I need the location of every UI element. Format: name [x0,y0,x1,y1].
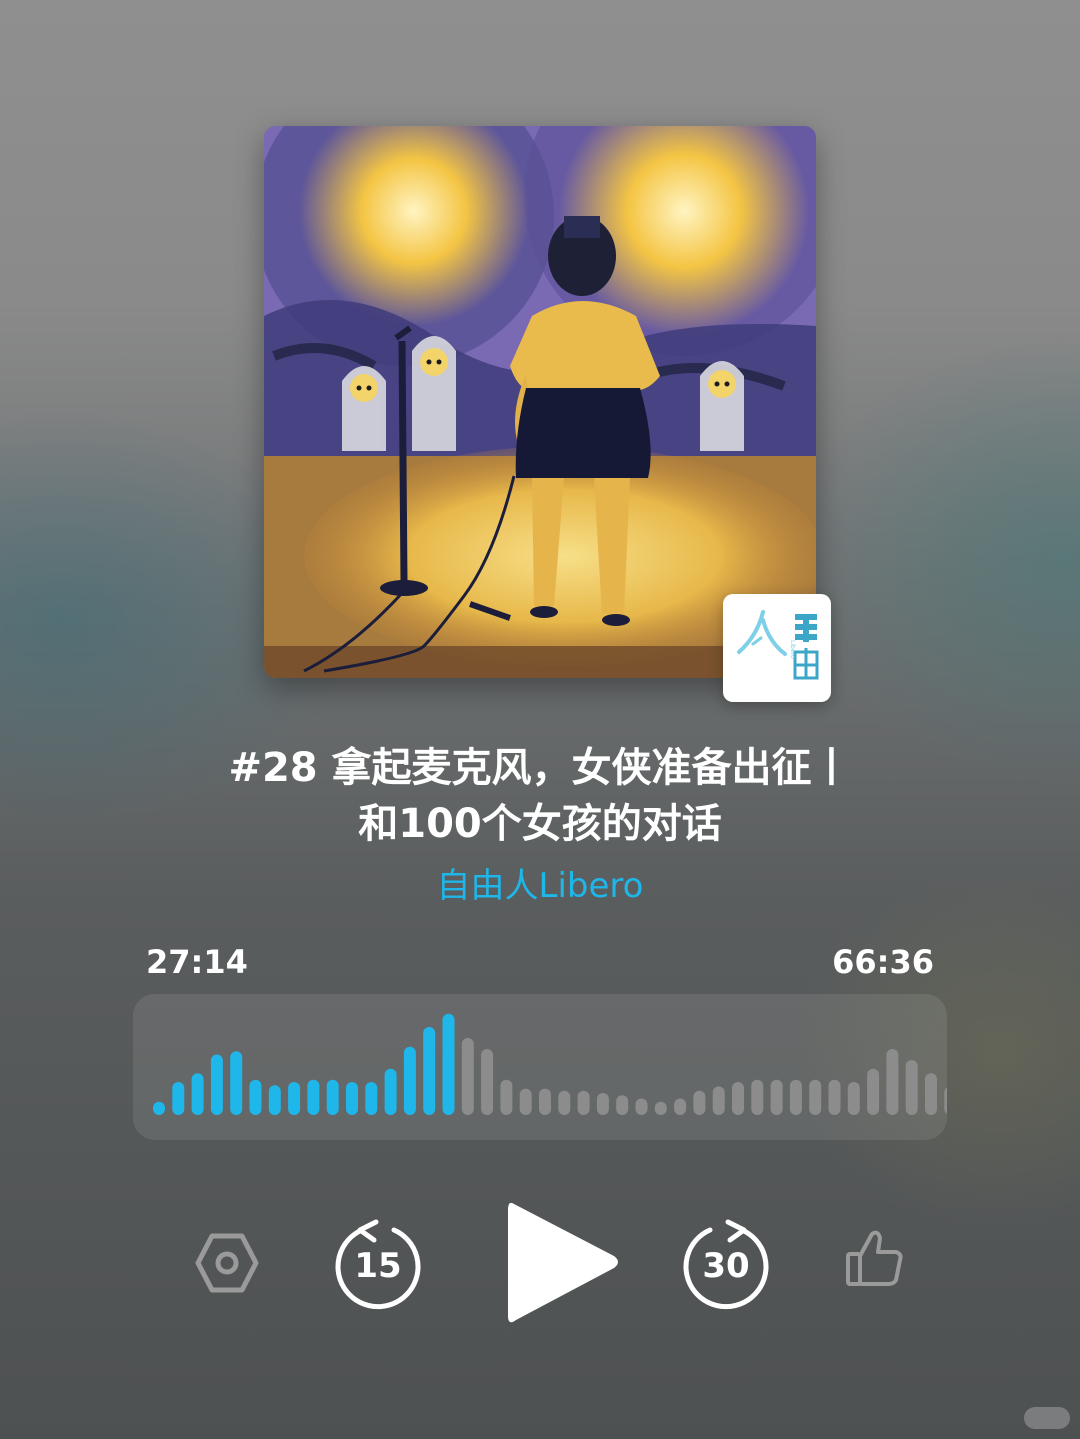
rewind-15-button[interactable]: 15 [332,1212,424,1312]
waveform-bar-remaining [925,1073,937,1115]
waveform-bar-remaining [828,1079,841,1115]
episode-title-line-2: 和100个女孩的对话 [358,801,722,847]
total-duration: 66:36 [832,943,934,981]
waveform-scrubber[interactable] [133,994,947,1140]
waveform-bar-remaining [712,1086,725,1115]
watermark-badge [1024,1407,1070,1429]
waveform-bar-played [384,1068,397,1115]
hexagon-settings-icon [195,1233,259,1293]
waveform-bar-played [210,1054,223,1115]
waveform-bar-played [172,1082,185,1115]
waveform-bar-played [326,1079,339,1115]
podcast-logo-badge: Libero [723,594,831,702]
waveform-bar-remaining [867,1068,880,1115]
waveform-bar-remaining [751,1079,764,1115]
waveform-bar-played [307,1079,320,1115]
play-icon [508,1202,618,1323]
waveform-bars [153,1013,947,1115]
play-button[interactable] [500,1192,624,1332]
waveform-bar-remaining [616,1095,629,1115]
waveform-bar-remaining [461,1038,474,1115]
thumbs-up-icon [846,1230,903,1286]
like-button[interactable] [842,1226,906,1290]
waveform-bar-remaining [770,1079,783,1115]
waveform-bar-played [249,1079,262,1115]
waveform-bar-remaining [519,1088,532,1115]
episode-title-line-1: #28 拿起麦克风，女侠准备出征丨 [228,745,852,791]
waveform-bar-remaining [539,1088,551,1115]
elapsed-time: 27:14 [146,943,248,981]
waveform-bar-played [442,1013,455,1115]
rewind-seconds-label: 15 [354,1246,402,1286]
podcast-logo-icon: Libero [737,610,819,680]
episode-title: #28 拿起麦克风，女侠准备出征丨 和100个女孩的对话 [140,740,940,852]
waveform-bar-remaining [500,1079,513,1115]
waveform-bar-played [346,1082,358,1115]
waveform-bar-remaining [596,1093,609,1115]
waveform-bar-remaining [905,1060,918,1115]
waveform-bar-remaining [809,1079,822,1115]
waveform-bar-remaining [789,1079,802,1115]
waveform-bar-remaining [732,1082,744,1115]
waveform-bar-played [230,1051,243,1115]
waveform-bar-played [268,1085,281,1115]
logo-text: Libero [789,640,796,659]
settings-button[interactable] [192,1228,262,1298]
waveform-bar-remaining [635,1098,648,1115]
waveform-bar-remaining [847,1082,860,1115]
waveform-bar-remaining [944,1087,947,1115]
waveform-bar-played [191,1073,204,1115]
waveform-bar-remaining [674,1098,687,1115]
waveform-bar-remaining [481,1049,494,1115]
waveform-bar-remaining [693,1090,706,1115]
waveform-bar-played [403,1046,416,1115]
forward-seconds-label: 30 [702,1246,750,1286]
podcast-name-link[interactable]: 自由人Libero [240,862,840,910]
waveform-bar-remaining [654,1101,667,1115]
waveform-bar-remaining [558,1090,571,1115]
forward-30-button[interactable]: 30 [680,1212,772,1312]
waveform-bar-remaining [577,1090,590,1115]
waveform-bar-played [423,1027,436,1115]
waveform-bar-played [365,1082,378,1115]
waveform-bar-played [288,1082,301,1115]
waveform-bar-played [153,1101,165,1115]
waveform-bar-remaining [886,1049,899,1115]
